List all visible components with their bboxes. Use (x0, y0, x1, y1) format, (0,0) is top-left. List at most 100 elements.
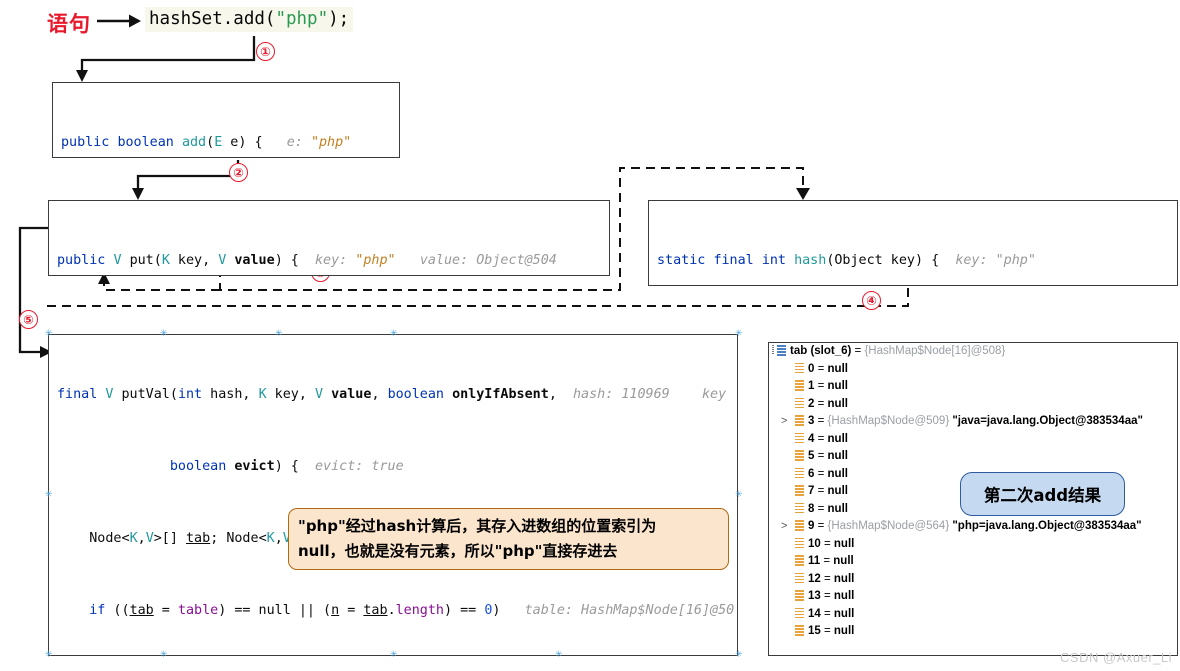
debugger-entry-value: null (827, 485, 848, 497)
debugger-entry-row[interactable]: 12 = null (769, 571, 1177, 589)
selection-handle[interactable]: ✳ (735, 330, 743, 339)
callout-blue-label: 第二次add结果 (983, 486, 1102, 505)
debugger-entry-index: 14 (808, 607, 821, 620)
debugger-entry-eq: = (814, 380, 828, 392)
code-line: if ((tab = table) == null || (n = tab.le… (89, 603, 735, 618)
code-line: public V put(K key, V value) { key: "php… (57, 253, 557, 268)
debugger-entry-ref: {HashMap$Node@509} (827, 415, 953, 427)
debugger-entry-eq: = (814, 432, 828, 445)
debugger-root-row[interactable]: tab (slot_6) = {HashMap$Node[16]@508} (769, 343, 1177, 361)
debugger-entry-value: null (833, 590, 855, 602)
array-element-icon (795, 537, 804, 549)
code-line: final V putVal(int hash, K key, V value,… (57, 387, 727, 402)
callout-result-blue: 第二次add结果 (960, 472, 1125, 516)
debugger-entry-value: null (827, 467, 848, 480)
debugger-entry-eq: = (814, 467, 828, 480)
debugger-root-ref: {HashMap$Node[16]@508} (864, 345, 1006, 357)
debugger-entry-eq: = (820, 572, 834, 585)
debugger-entry-ref: {HashMap$Node@564} (827, 520, 953, 532)
debugger-entry-eq: = (814, 362, 828, 375)
debugger-entry-row[interactable]: 4 = null (769, 431, 1177, 449)
selection-handle[interactable]: ✳ (45, 491, 53, 500)
selection-handle[interactable]: ✳ (45, 330, 53, 339)
selection-handle[interactable]: ✳ (390, 330, 398, 339)
selection-handle[interactable]: ✳ (555, 651, 563, 660)
callout-orange-line1: "php"经过hash计算后，其存入进数组的位置索引为 (298, 517, 657, 535)
code-panel-put[interactable]: public V put(K key, V value) { key: "php… (48, 200, 610, 276)
selection-handle[interactable]: ✳ (735, 491, 743, 500)
debugger-entry-value: null (827, 502, 848, 515)
debugger-entry-value: "java=java.lang.Object@383534aa" (952, 415, 1143, 427)
debugger-entry-value: null (827, 380, 848, 392)
selection-handle[interactable]: ✳ (160, 651, 168, 660)
code-panel-add[interactable]: public boolean add(E e) { e: "php" retur… (52, 82, 400, 158)
debugger-entry-index: 12 (808, 572, 821, 585)
chevron-right-icon[interactable]: > (781, 518, 787, 536)
array-element-icon (795, 502, 804, 514)
step-marker-1: ① (256, 42, 275, 61)
code-panel-putval[interactable]: final V putVal(int hash, K key, V value,… (48, 334, 738, 656)
debugger-entry-eq: = (814, 415, 828, 427)
debugger-entry-index: 13 (808, 590, 821, 602)
debugger-entry-row[interactable]: 13 = null (769, 588, 1177, 606)
debugger-entry-eq: = (820, 537, 834, 550)
array-element-icon (795, 415, 804, 426)
selection-handle[interactable]: ✳ (160, 330, 168, 339)
debugger-entry-row[interactable]: 0 = null (769, 361, 1177, 379)
debugger-entry-value: "php=java.lang.Object@383534aa" (952, 520, 1142, 532)
debugger-entry-value: null (827, 432, 848, 445)
selection-handle[interactable]: ✳ (45, 651, 53, 660)
callout-explanation-orange: "php"经过hash计算后，其存入进数组的位置索引为 null，也就是没有元素… (288, 508, 729, 570)
debugger-entry-eq: = (814, 485, 828, 497)
array-element-icon (795, 467, 804, 479)
array-element-icon (795, 362, 804, 374)
debugger-entry-index: 11 (808, 555, 821, 567)
selection-handle[interactable]: ✳ (735, 651, 743, 660)
debugger-root-eq: = (851, 345, 865, 357)
debugger-entry-eq: = (814, 450, 828, 462)
debugger-entry-row[interactable]: >9 = {HashMap$Node@564} "php=java.lang.O… (769, 518, 1177, 536)
array-element-icon (795, 607, 804, 619)
array-element-icon (795, 450, 804, 461)
debugger-entry-index: 10 (808, 537, 821, 550)
debugger-entry-value: null (827, 362, 848, 375)
step-marker-5: ⑤ (19, 310, 38, 329)
debugger-entry-row[interactable]: 11 = null (769, 553, 1177, 571)
debugger-entry-eq: = (814, 520, 828, 532)
debugger-entry-value: null (833, 625, 855, 637)
selection-handle[interactable]: ✳ (390, 651, 398, 660)
debugger-entry-row[interactable]: 15 = null (769, 623, 1177, 641)
diagram-canvas: 语句 hashSet.add("php"); ① ② ③ ④ ⑤ public … (0, 0, 1180, 671)
debugger-root-name: tab (slot_6) (790, 345, 852, 357)
debugger-entry-index: 15 (808, 625, 821, 637)
callout-orange-line2: null，也就是没有元素，所以"php"直接存进去 (298, 542, 618, 560)
step-marker-2: ② (229, 163, 248, 182)
chevron-right-icon[interactable]: > (781, 413, 787, 431)
debugger-entry-row[interactable]: 2 = null (769, 396, 1177, 414)
debugger-entry-eq: = (814, 397, 828, 410)
debugger-entry-value: null (827, 397, 848, 410)
debugger-entry-eq: = (820, 555, 834, 567)
debugger-entry-value: null (833, 572, 855, 585)
debugger-entry-value: null (833, 555, 854, 567)
debugger-entry-eq: = (814, 502, 828, 515)
array-element-icon (795, 432, 804, 444)
array-element-icon (795, 625, 804, 636)
debugger-entry-eq: = (820, 607, 834, 620)
debugger-entry-row[interactable]: >3 = {HashMap$Node@509} "java=java.lang.… (769, 413, 1177, 431)
array-element-icon (795, 555, 804, 566)
array-element-icon (795, 380, 804, 391)
debugger-entry-value: null (833, 537, 855, 550)
code-line: boolean evict) { evict: true (169, 459, 404, 474)
selection-handle[interactable]: ✳ (275, 330, 283, 339)
debugger-entry-row[interactable]: 14 = null (769, 606, 1177, 624)
array-element-icon (795, 485, 804, 496)
code-line: static final int hash(Object key) { key:… (657, 253, 1036, 268)
array-element-icon (795, 590, 804, 601)
debugger-entry-row[interactable]: 5 = null (769, 448, 1177, 466)
debugger-entry-eq: = (820, 625, 834, 637)
debugger-entry-row[interactable]: 10 = null (769, 536, 1177, 554)
code-panel-hash[interactable]: static final int hash(Object key) { key:… (648, 200, 1178, 286)
debugger-entry-row[interactable]: 1 = null (769, 378, 1177, 396)
code-line: public boolean add(E e) { e: "php" (61, 135, 352, 150)
